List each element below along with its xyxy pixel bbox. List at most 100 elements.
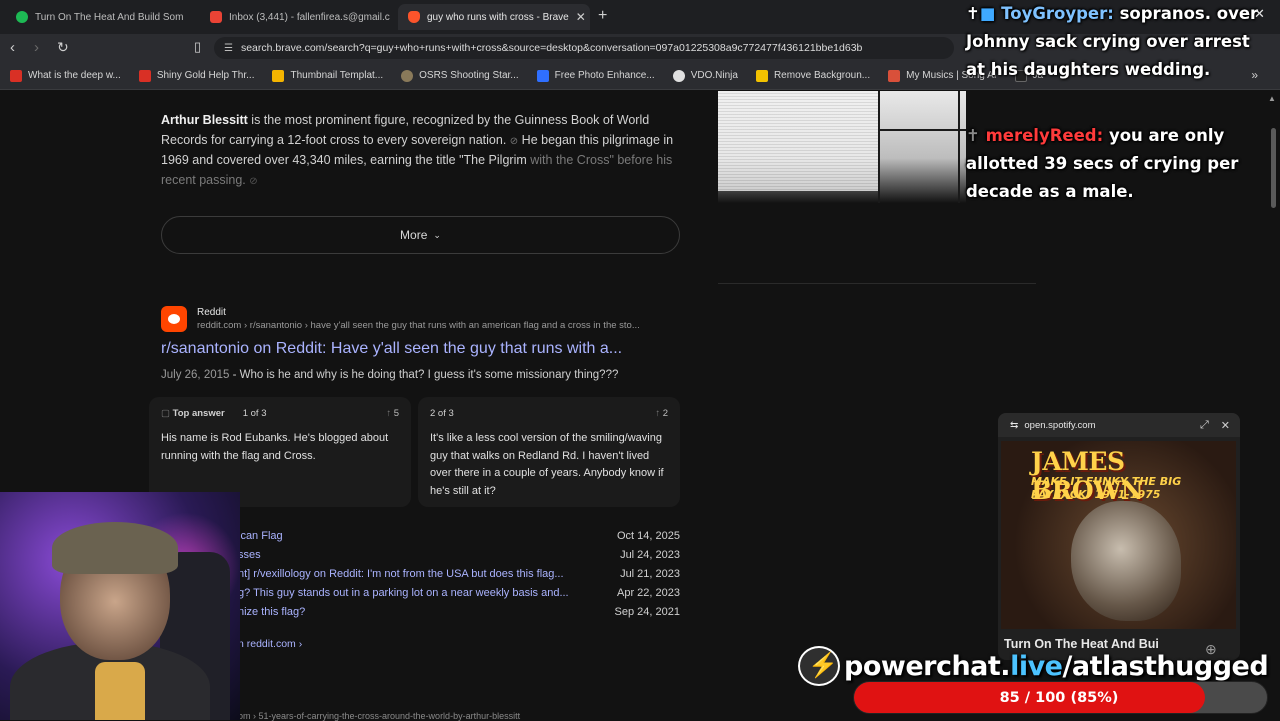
result-snippet: July 26, 2015 - Who is he and why is he … xyxy=(161,369,619,381)
result-url[interactable]: reddit.com › r/sanantonio › have y'all s… xyxy=(197,320,677,331)
address-bar[interactable]: ☰ search.brave.com/search?q=guy+who+runs… xyxy=(214,37,954,59)
expand-icon[interactable]: ⤢ xyxy=(1200,419,1209,432)
bookmark-label: VDO.Ninja xyxy=(690,70,738,81)
chevron-right-icon: › xyxy=(298,638,303,650)
more-from-site-link[interactable]: n reddit.com › xyxy=(238,638,302,650)
citation-icon[interactable]: ⊘ xyxy=(510,136,518,147)
reddit-icon xyxy=(161,306,187,332)
reload-icon[interactable]: ↻ xyxy=(57,39,69,56)
album-photo xyxy=(1071,501,1181,621)
back-icon[interactable]: ‹ xyxy=(10,39,15,56)
bookmark-item[interactable]: What is the deep w... xyxy=(10,69,121,82)
card-body: It's like a less cool version of the smi… xyxy=(430,432,664,497)
related-link[interactable]: g? This guy stands out in a parking lot … xyxy=(238,587,680,599)
chat-message: ✝■ ToyGroyper: sopranos. over Johnny sac… xyxy=(966,0,1266,84)
cube-icon: ■ xyxy=(979,4,996,23)
more-button[interactable]: More ⌄ xyxy=(161,216,680,254)
answer-card[interactable]: ▢ Top answer 1 of 3 ↑ 5 His name is Rod … xyxy=(149,397,411,507)
chat-username: merelyReed: xyxy=(985,126,1104,145)
image-thumbnail xyxy=(718,91,878,191)
music-icon xyxy=(888,69,901,82)
scroll-up-icon[interactable]: ▲ xyxy=(1268,94,1276,103)
related-link[interactable]: nize this flag? Sep 24, 2021 xyxy=(238,606,680,618)
link-text: g? This guy stands out in a parking lot … xyxy=(238,587,569,599)
bookmark-item[interactable]: Free Photo Enhance... xyxy=(536,69,655,82)
close-tab-icon[interactable]: ✕ xyxy=(576,10,586,24)
player-domain: open.spotify.com xyxy=(1024,419,1096,431)
photo-enhance-icon xyxy=(536,69,549,82)
brave-icon xyxy=(408,11,420,23)
cross-icon: ✝ xyxy=(966,126,980,145)
upvote-icon: ↑ xyxy=(386,408,392,419)
bookmark-item[interactable]: OSRS Shooting Star... xyxy=(401,69,519,82)
album-title: MAKE IT FUNKY THE BIG PAYBACK: 1971-1975 xyxy=(1031,475,1182,501)
link-date: Oct 14, 2025 xyxy=(617,530,680,542)
result-title-link[interactable]: r/sanantonio on Reddit: Have y'all seen … xyxy=(161,340,622,358)
bookmark-label: Remove Backgroun... xyxy=(773,70,871,81)
scrollbar-thumb[interactable] xyxy=(1271,128,1276,208)
tab-spotify[interactable]: Turn On The Heat And Build Som xyxy=(6,4,192,30)
tab-label: Turn On The Heat And Build Som xyxy=(35,11,184,23)
bookmark-item[interactable]: Thumbnail Templat... xyxy=(272,69,384,82)
cross-icon: ✝ xyxy=(966,4,980,23)
site-settings-icon[interactable]: ☰ xyxy=(224,43,233,54)
chat-message: ✝ merelyReed: you are only allotted 39 s… xyxy=(966,122,1266,206)
bookmark-item[interactable]: VDO.Ninja xyxy=(672,69,738,82)
link-text: nize this flag? xyxy=(238,606,306,618)
tab-label: guy who runs with cross - Brave xyxy=(427,11,569,23)
new-tab-icon[interactable]: + xyxy=(598,7,607,25)
powerchat-logo-icon xyxy=(798,646,840,686)
ai-answer: Arthur Blessitt is the most prominent fi… xyxy=(161,111,681,191)
powerchat-url: powerchat.live/atlasthugged xyxy=(844,650,1269,682)
citation-icon[interactable]: ⊘ xyxy=(249,176,257,187)
webcam-feed xyxy=(0,492,240,720)
related-link[interactable]: ican Flag Oct 14, 2025 xyxy=(238,530,680,542)
youtube-icon xyxy=(10,69,22,82)
bookmark-item[interactable]: Shiny Gold Help Thr... xyxy=(138,69,255,82)
tab-brave-search[interactable]: guy who runs with cross - Brave ✕ xyxy=(398,4,590,30)
link-text: sses xyxy=(238,549,261,561)
chevron-down-icon: ⌄ xyxy=(433,229,441,240)
bookmark-label: Shiny Gold Help Thr... xyxy=(156,70,255,81)
link-date: Apr 22, 2023 xyxy=(617,587,680,599)
more-from-label: n reddit.com xyxy=(238,638,296,650)
spotify-icon xyxy=(16,11,28,23)
result-date: July 26, 2015 xyxy=(161,369,230,381)
link-date: Jul 24, 2023 xyxy=(620,549,680,561)
image-result-panel[interactable] xyxy=(718,91,966,203)
forward-icon[interactable]: › xyxy=(34,39,39,56)
top-answer-badge: ▢ Top answer xyxy=(161,408,225,419)
card-index: 2 of 3 xyxy=(430,408,454,419)
tab-label: Inbox (3,441) - fallenfirea.s@gmail.co xyxy=(229,11,390,23)
bookmark-label: Thumbnail Templat... xyxy=(290,70,384,81)
related-link[interactable]: sses Jul 24, 2023 xyxy=(238,549,680,561)
bookmark-item[interactable]: Remove Backgroun... xyxy=(755,69,871,82)
bookmark-label: OSRS Shooting Star... xyxy=(419,70,519,81)
card-body: His name is Rod Eubanks. He's blogged ab… xyxy=(161,432,389,462)
url-part: /atlasthugged xyxy=(1062,650,1269,682)
bookmark-label: Free Photo Enhance... xyxy=(554,70,655,81)
close-window-icon[interactable]: ✕ xyxy=(1254,6,1265,22)
link-text: nt] r/vexillology on Reddit: I'm not fro… xyxy=(238,568,564,580)
card-index: 1 of 3 xyxy=(242,408,267,419)
powerchat-banner: powerchat.live/atlasthugged xyxy=(798,646,1269,686)
card-votes: ↑ 5 xyxy=(386,408,399,419)
spotify-mini-player[interactable]: ⇆ open.spotify.com ⤢ ✕ JAMES BROWN MAKE I… xyxy=(998,413,1240,660)
answer-entity: Arthur Blessitt xyxy=(161,113,248,127)
divider xyxy=(878,91,880,203)
more-label: More xyxy=(400,228,428,242)
vote-count: 2 xyxy=(662,408,668,419)
chat-username: ToyGroyper: xyxy=(1001,4,1114,23)
tab-gmail[interactable]: Inbox (3,441) - fallenfirea.s@gmail.co xyxy=(200,4,390,30)
link-text: ican Flag xyxy=(238,530,283,542)
bookmark-icon[interactable]: ▯ xyxy=(194,39,201,55)
related-link[interactable]: nt] r/vexillology on Reddit: I'm not fro… xyxy=(238,568,680,580)
answer-card[interactable]: 2 of 3 ↑ 2 It's like a less cool version… xyxy=(418,397,680,507)
youtube-icon xyxy=(138,69,151,82)
donation-goal-bar: 85 / 100 (85%) xyxy=(853,681,1268,714)
streamer-hat xyxy=(52,522,178,574)
divider xyxy=(880,129,966,131)
close-icon[interactable]: ✕ xyxy=(1221,419,1230,432)
streamer-shirt xyxy=(95,662,145,720)
album-art: JAMES BROWN MAKE IT FUNKY THE BIG PAYBAC… xyxy=(1001,441,1236,629)
